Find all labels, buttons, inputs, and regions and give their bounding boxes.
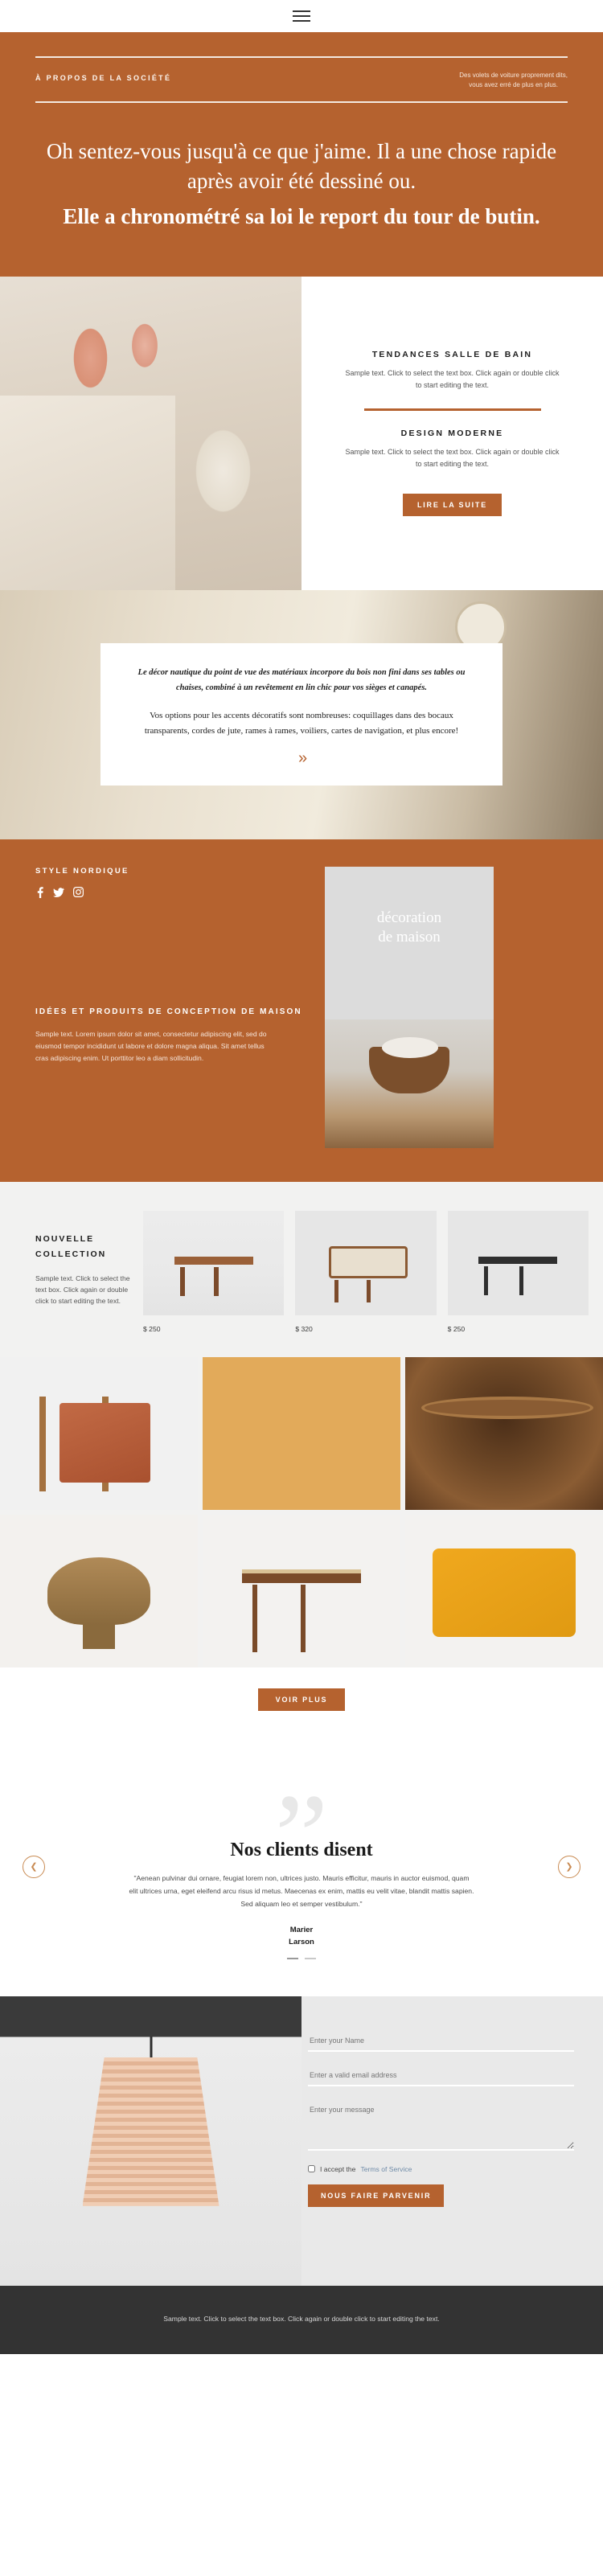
hero-meta: À PROPOS DE LA SOCIÉTÉ Des volets de voi… [35, 58, 568, 101]
facebook-icon[interactable] [35, 887, 44, 902]
nordic-body: Sample text. Lorem ipsum dolor sit amet,… [35, 1029, 267, 1062]
burger-line [293, 15, 310, 17]
hero-section: À PROPOS DE LA SOCIÉTÉ Des volets de voi… [0, 32, 603, 277]
collection-section: NOUVELLE COLLECTION Sample text. Click t… [0, 1181, 603, 1357]
nordic-section: STYLE NORDIQUE IDÉES ET PRODUITS DE CONC… [0, 839, 603, 1182]
wooden-bench-image [143, 1210, 285, 1315]
hero-subtitle-line1: Des volets de voiture proprement dits, [459, 72, 568, 79]
terms-acceptance[interactable]: I accept the Terms of Service [308, 2165, 574, 2173]
twitter-icon[interactable] [53, 887, 65, 902]
quote-next-arrow-icon[interactable]: » [128, 749, 475, 768]
social-links [35, 886, 309, 902]
email-input[interactable] [308, 2065, 574, 2086]
features-panel: TENDANCES SALLE DE BAIN Sample text. Cli… [302, 276, 603, 590]
feature-title: TENDANCES SALLE DE BAIN [371, 350, 533, 360]
cane-top-bench-image[interactable] [203, 1514, 400, 1667]
submit-button[interactable]: NOUS FAIRE PARVENIR [308, 2184, 445, 2207]
terms-text: I accept the [320, 2164, 356, 2173]
woven-pedestal-bowl-image[interactable] [0, 1514, 198, 1667]
collection-body: Sample text. Click to select the text bo… [35, 1274, 130, 1305]
collection-intro: NOUVELLE COLLECTION Sample text. Click t… [14, 1211, 143, 1333]
lamp-cord [150, 2036, 152, 2061]
hero-subtitle-line2: vous avez erré de plus en plus. [469, 81, 558, 88]
product-price: $ 320 [295, 1324, 313, 1333]
product-card[interactable]: $ 250 [143, 1210, 285, 1333]
see-more-button[interactable]: VOIR PLUS [257, 1688, 346, 1711]
terms-checkbox[interactable] [308, 2165, 315, 2173]
hero-title-regular: Oh sentez-vous jusqu'à ce que j'aime. Il… [46, 139, 557, 194]
burger-line [293, 10, 310, 12]
decoration-card[interactable]: décoration de maison [325, 866, 494, 1148]
testimonial-author-line2: Larson [289, 1937, 314, 1946]
top-bar [0, 0, 603, 32]
testimonial-author: Marier Larson [0, 1925, 603, 1948]
nordic-left: STYLE NORDIQUE IDÉES ET PRODUITS DE CONC… [35, 867, 325, 1148]
feature-divider [363, 408, 541, 412]
terms-link[interactable]: Terms of Service [360, 2165, 412, 2173]
black-bench-image [447, 1210, 589, 1315]
collection-title: NOUVELLE COLLECTION [35, 1233, 107, 1260]
testimonials-section: ❮ ❯ ” Nos clients disent "Aenean pulvina… [0, 1742, 603, 1996]
contact-section: I accept the Terms of Service NOUS FAIRE… [0, 1996, 603, 2286]
nordic-kicker: STYLE NORDIQUE [35, 866, 129, 876]
leopard-print-image[interactable] [203, 1356, 400, 1510]
quote-section: Le décor nautique du point de vue des ma… [0, 589, 603, 839]
footer-text: Sample text. Click to select the text bo… [163, 2314, 440, 2323]
decoration-card-title-line1: décoration [376, 909, 442, 926]
testimonial-quote: "Aenean pulvinar dui ornare, feugiat lor… [129, 1873, 474, 1908]
decorative-quote-mark-icon: ” [274, 1769, 329, 1903]
product-card[interactable]: $ 250 [447, 1210, 589, 1333]
testimonial-author-line1: Marier [289, 1926, 314, 1935]
contact-form: I accept the Terms of Service NOUS FAIRE… [302, 1996, 603, 2286]
quote-paragraph: Vos options pour les accents décoratifs … [144, 710, 459, 736]
product-price: $ 250 [143, 1324, 161, 1333]
hero-bottom-rule [35, 101, 568, 103]
rattan-lounge-chair-image [295, 1210, 437, 1315]
name-input[interactable] [308, 2031, 574, 2052]
testimonials-title: Nos clients disent [230, 1839, 373, 1860]
burger-line [293, 20, 310, 22]
product-card[interactable]: $ 320 [295, 1210, 437, 1333]
hero-kicker: À PROPOS DE LA SOCIÉTÉ [35, 74, 172, 82]
decoration-card-title: décoration de maison [325, 867, 494, 948]
lamp-shade [82, 2057, 219, 2206]
gallery-grid [0, 1356, 603, 1667]
chair-with-throw-image[interactable] [0, 1356, 198, 1510]
quote-card: Le décor nautique du point de vue des ma… [100, 643, 503, 786]
nordic-heading: IDÉES ET PRODUITS DE CONCEPTION DE MAISO… [35, 1007, 302, 1016]
read-more-button[interactable]: LIRE LA SUITE [402, 494, 503, 517]
nordic-inner: STYLE NORDIQUE IDÉES ET PRODUITS DE CONC… [35, 866, 568, 1148]
coffee-table-image [325, 1019, 494, 1148]
features-section: TENDANCES SALLE DE BAIN Sample text. Cli… [0, 276, 603, 590]
product-price: $ 250 [447, 1324, 466, 1333]
hamburger-menu-icon[interactable] [293, 10, 310, 22]
feature-title: DESIGN MODERNE [400, 429, 504, 439]
hero-title-bold: Elle a chronométré sa loi le report du t… [63, 203, 540, 228]
hero-subtitle: Des volets de voiture proprement dits, v… [459, 71, 568, 90]
rattan-pendant-lamp-image [0, 1996, 302, 2286]
vases-image [0, 276, 302, 590]
decoration-card-title-line2: de maison [378, 929, 441, 946]
gallery-cta-wrap: VOIR PLUS [0, 1667, 603, 1743]
slider-dot[interactable] [305, 1957, 316, 1959]
slider-dots[interactable] [0, 1957, 603, 1959]
hero-title: Oh sentez-vous jusqu'à ce que j'aime. Il… [35, 137, 568, 232]
footer: Sample text. Click to select the text bo… [0, 2285, 603, 2354]
feature-body: Sample text. Click to select the text bo… [345, 448, 560, 468]
message-input[interactable] [308, 2100, 574, 2151]
page-root: À PROPOS DE LA SOCIÉTÉ Des volets de voi… [0, 0, 603, 2354]
instagram-icon[interactable] [73, 886, 84, 902]
feature-body: Sample text. Click to select the text bo… [345, 369, 560, 389]
nordic-right: décoration de maison [325, 866, 494, 1148]
yellow-cushion-image[interactable] [405, 1514, 603, 1667]
product-grid: $ 250 $ 320 $ 250 [143, 1210, 589, 1333]
rattan-basket-chair-image[interactable] [405, 1356, 603, 1510]
slider-dot[interactable] [287, 1957, 298, 1959]
quote-emphasis: Le décor nautique du point de vue des ma… [137, 668, 466, 692]
